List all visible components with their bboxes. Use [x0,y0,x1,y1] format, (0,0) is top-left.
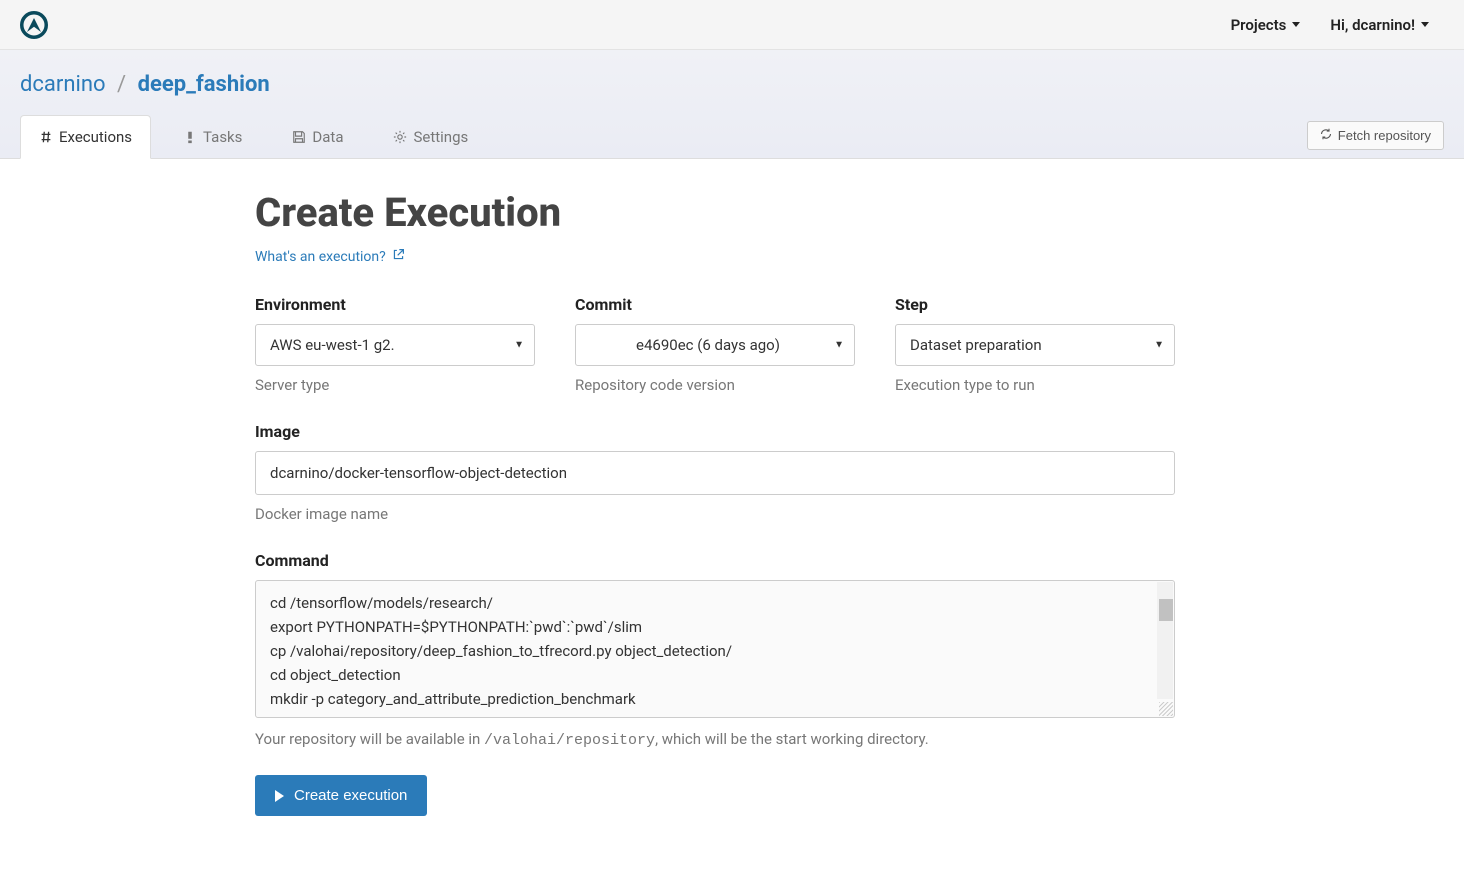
help-link-text: What's an execution? [255,249,386,265]
commit-select[interactable]: e4690ec (6 days ago) ▼ [575,324,855,366]
commit-field: Commit e4690ec (6 days ago) ▼ Repository… [575,295,855,394]
step-value: Dataset preparation [910,336,1042,354]
environment-value: AWS eu-west-1 g2. [270,336,395,354]
image-field: Image Docker image name [255,422,1175,523]
environment-label: Environment [255,295,535,314]
step-label: Step [895,295,1175,314]
refresh-icon [1320,128,1332,143]
image-input[interactable] [255,451,1175,495]
page-title: Create Execution [255,189,1175,236]
tab-tasks-label: Tasks [203,128,242,146]
projects-menu[interactable]: Projects [1216,6,1316,44]
play-icon [275,790,284,802]
command-note-post: , which will be the start working direct… [655,730,929,748]
image-label: Image [255,422,1175,441]
chevron-down-icon: ▼ [834,340,844,351]
subheader: dcarnino / deep_fashion Executions Tasks… [0,50,1464,159]
projects-menu-label: Projects [1231,16,1287,34]
command-note-code: /valohai/repository [484,732,655,749]
command-field: Command Your repository will be availabl… [255,551,1175,749]
chevron-down-icon: ▼ [1154,340,1164,351]
main-content: Create Execution What's an execution? En… [255,159,1175,856]
topbar: Projects Hi, dcarnino! [0,0,1464,50]
step-field: Step Dataset preparation ▼ Execution typ… [895,295,1175,394]
external-link-icon [392,248,405,265]
commit-helper: Repository code version [575,376,855,394]
fetch-repository-button[interactable]: Fetch repository [1307,121,1444,150]
fetch-repository-label: Fetch repository [1338,128,1431,143]
tab-row: Executions Tasks Data Settings Fetch rep… [0,115,1464,158]
commit-value: e4690ec (6 days ago) [636,336,780,354]
gear-icon [393,130,407,144]
tab-executions[interactable]: Executions [20,115,151,159]
step-helper: Execution type to run [895,376,1175,394]
environment-field: Environment AWS eu-west-1 g2. ▼ Server t… [255,295,535,394]
environment-select[interactable]: AWS eu-west-1 g2. ▼ [255,324,535,366]
resize-handle[interactable] [1159,702,1173,716]
config-row: Environment AWS eu-west-1 g2. ▼ Server t… [255,295,1175,394]
user-menu[interactable]: Hi, dcarnino! [1315,6,1444,44]
chevron-down-icon: ▼ [514,340,524,351]
command-label: Command [255,551,1175,570]
create-execution-button[interactable]: Create execution [255,775,427,816]
tab-data-label: Data [312,128,343,146]
tab-executions-label: Executions [59,128,132,146]
help-link[interactable]: What's an execution? [255,248,405,265]
save-icon [292,130,306,144]
app-logo [20,11,48,39]
tab-settings-label: Settings [413,128,468,146]
breadcrumb-project[interactable]: deep_fashion [138,72,270,97]
scrollbar-thumb[interactable] [1159,599,1173,621]
command-textarea[interactable] [256,581,1174,713]
breadcrumb: dcarnino / deep_fashion [0,50,1464,115]
hash-icon [39,130,53,144]
command-note: Your repository will be available in /va… [255,730,1175,749]
breadcrumb-separator: / [117,72,126,97]
breadcrumb-owner[interactable]: dcarnino [20,72,106,97]
exclamation-icon [183,130,197,144]
tab-settings[interactable]: Settings [375,116,486,158]
tab-data[interactable]: Data [274,116,361,158]
command-textarea-wrap [255,580,1175,718]
step-select[interactable]: Dataset preparation ▼ [895,324,1175,366]
caret-down-icon [1421,22,1429,27]
caret-down-icon [1292,22,1300,27]
user-menu-label: Hi, dcarnino! [1330,16,1415,34]
command-note-pre: Your repository will be available in [255,730,484,748]
environment-helper: Server type [255,376,535,394]
image-helper: Docker image name [255,505,1175,523]
tab-tasks[interactable]: Tasks [165,116,260,158]
commit-label: Commit [575,295,855,314]
create-execution-label: Create execution [294,787,407,804]
